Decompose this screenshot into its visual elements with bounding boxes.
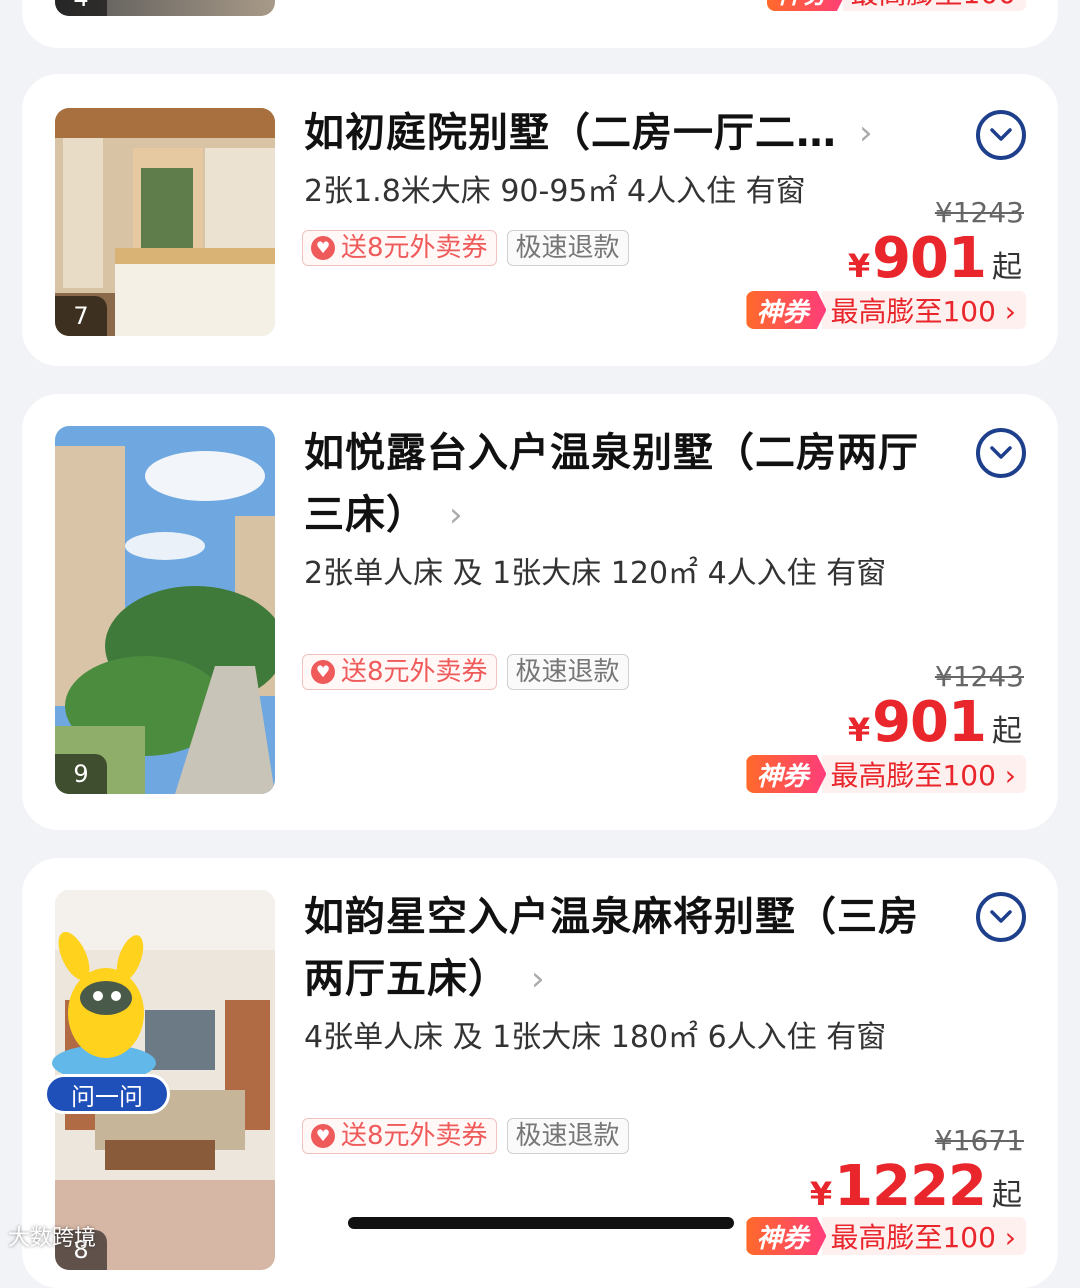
chevron-right-icon: › bbox=[449, 495, 464, 535]
currency-symbol: ¥ bbox=[847, 711, 871, 749]
coupon-tag-text: 送8元外卖券 bbox=[341, 233, 488, 263]
watermark: 大数跨境 bbox=[8, 1226, 97, 1251]
heart-icon: ♥ bbox=[311, 236, 335, 260]
price-suffix: 起 bbox=[992, 250, 1022, 285]
room-title-text: 如初庭院别墅（二房一厅二… bbox=[304, 110, 837, 156]
expand-chevron-down-icon[interactable] bbox=[976, 428, 1026, 478]
promo-text: 最高膨至100 › bbox=[822, 755, 1026, 793]
heart-icon: ♥ bbox=[311, 660, 335, 684]
tag-row: ♥ 送8元外卖券 极速退款 bbox=[302, 654, 629, 690]
refund-tag: 极速退款 bbox=[506, 1118, 629, 1154]
expand-chevron-down-icon[interactable] bbox=[976, 892, 1026, 942]
promo-strip[interactable]: 神券 最高膨至100 › bbox=[746, 290, 1026, 330]
room-card[interactable]: 9 如悦露台入户温泉别墅（二房两厅三床） › 2张单人床 及 1张大床 120㎡ … bbox=[22, 394, 1058, 830]
refund-tag: 极速退款 bbox=[506, 654, 629, 690]
home-indicator[interactable] bbox=[348, 1217, 734, 1229]
tag-row: ♥ 送8元外卖券 极速退款 bbox=[302, 1118, 629, 1154]
coupon-badge: 神券 bbox=[746, 755, 827, 793]
promo-text: 最高膨至100 › bbox=[822, 291, 1026, 329]
coupon-badge: 神券 bbox=[746, 291, 827, 329]
tag-row: ♥ 送8元外卖券 极速退款 bbox=[302, 230, 629, 266]
room-card-previous[interactable]: 4 神券 最高膨至100 bbox=[22, 0, 1058, 48]
coupon-tag: ♥ 送8元外卖券 bbox=[302, 230, 497, 266]
room-title[interactable]: 如初庭院别墅（二房一厅二… › bbox=[304, 102, 924, 164]
ask-button[interactable]: 问一问 bbox=[44, 1074, 170, 1114]
room-title[interactable]: 如韵星空入户温泉麻将别墅（三房两厅五床） › bbox=[304, 886, 924, 1010]
price-suffix: 起 bbox=[992, 714, 1022, 749]
original-price: ¥1243 bbox=[934, 196, 1024, 229]
price-suffix: 起 bbox=[992, 1178, 1022, 1213]
room-specs: 2张单人床 及 1张大床 120㎡ 4人入住 有窗 bbox=[304, 556, 887, 591]
expand-chevron-down-icon[interactable] bbox=[976, 110, 1026, 160]
promo-text: 最高膨至100 › bbox=[822, 1217, 1026, 1255]
promo-strip[interactable]: 神券 最高膨至100 › bbox=[746, 1216, 1026, 1256]
currency-symbol: ¥ bbox=[809, 1175, 833, 1213]
original-price: ¥1243 bbox=[934, 660, 1024, 693]
current-price: ¥901 起 bbox=[848, 690, 1022, 755]
currency-symbol: ¥ bbox=[847, 247, 871, 285]
mascot-icon bbox=[52, 931, 156, 1081]
photo-count: 4 bbox=[55, 0, 107, 16]
room-thumbnail[interactable]: 7 bbox=[55, 108, 275, 336]
original-price: ¥1671 bbox=[934, 1124, 1024, 1157]
refund-tag: 极速退款 bbox=[506, 230, 629, 266]
price-value: 901 bbox=[872, 690, 987, 755]
coupon-badge: 神券 bbox=[746, 1217, 827, 1255]
room-specs: 4张单人床 及 1张大床 180㎡ 6人入住 有窗 bbox=[304, 1020, 887, 1055]
coupon-tag-text: 送8元外卖券 bbox=[341, 1121, 488, 1151]
chevron-right-icon: › bbox=[859, 113, 874, 153]
photo-count: 9 bbox=[55, 754, 107, 794]
room-thumbnail[interactable]: 9 bbox=[55, 426, 275, 794]
price-value: 1222 bbox=[834, 1154, 987, 1219]
room-title[interactable]: 如悦露台入户温泉别墅（二房两厅三床） › bbox=[304, 422, 924, 546]
ai-assistant-floating-button[interactable]: 问一问 bbox=[44, 928, 174, 1114]
heart-icon: ♥ bbox=[311, 1124, 335, 1148]
coupon-tag-text: 送8元外卖券 bbox=[341, 657, 488, 687]
photo-count: 7 bbox=[55, 296, 107, 336]
coupon-tag: ♥ 送8元外卖券 bbox=[302, 1118, 497, 1154]
villa-garden-photo bbox=[55, 426, 275, 794]
chevron-right-icon: › bbox=[531, 959, 546, 999]
room-thumbnail[interactable]: 4 bbox=[55, 0, 275, 16]
current-price: ¥901 起 bbox=[848, 226, 1022, 291]
room-card[interactable]: 7 如初庭院别墅（二房一厅二… › 2张1.8米大床 90-95㎡ 4人入住 有窗… bbox=[22, 74, 1058, 366]
current-price: ¥1222 起 bbox=[810, 1154, 1022, 1219]
room-specs: 2张1.8米大床 90-95㎡ 4人入住 有窗 bbox=[304, 174, 806, 209]
room-title-text: 如悦露台入户温泉别墅（二房两厅三床） bbox=[304, 430, 919, 538]
promo-strip[interactable]: 神券 最高膨至100 bbox=[766, 0, 1026, 12]
coupon-badge: 神券 bbox=[766, 0, 847, 11]
room-title-text: 如韵星空入户温泉麻将别墅（三房两厅五床） bbox=[304, 894, 919, 1002]
promo-text: 最高膨至100 bbox=[842, 0, 1026, 11]
promo-strip[interactable]: 神券 最高膨至100 › bbox=[746, 754, 1026, 794]
coupon-tag: ♥ 送8元外卖券 bbox=[302, 654, 497, 690]
price-value: 901 bbox=[872, 226, 987, 291]
